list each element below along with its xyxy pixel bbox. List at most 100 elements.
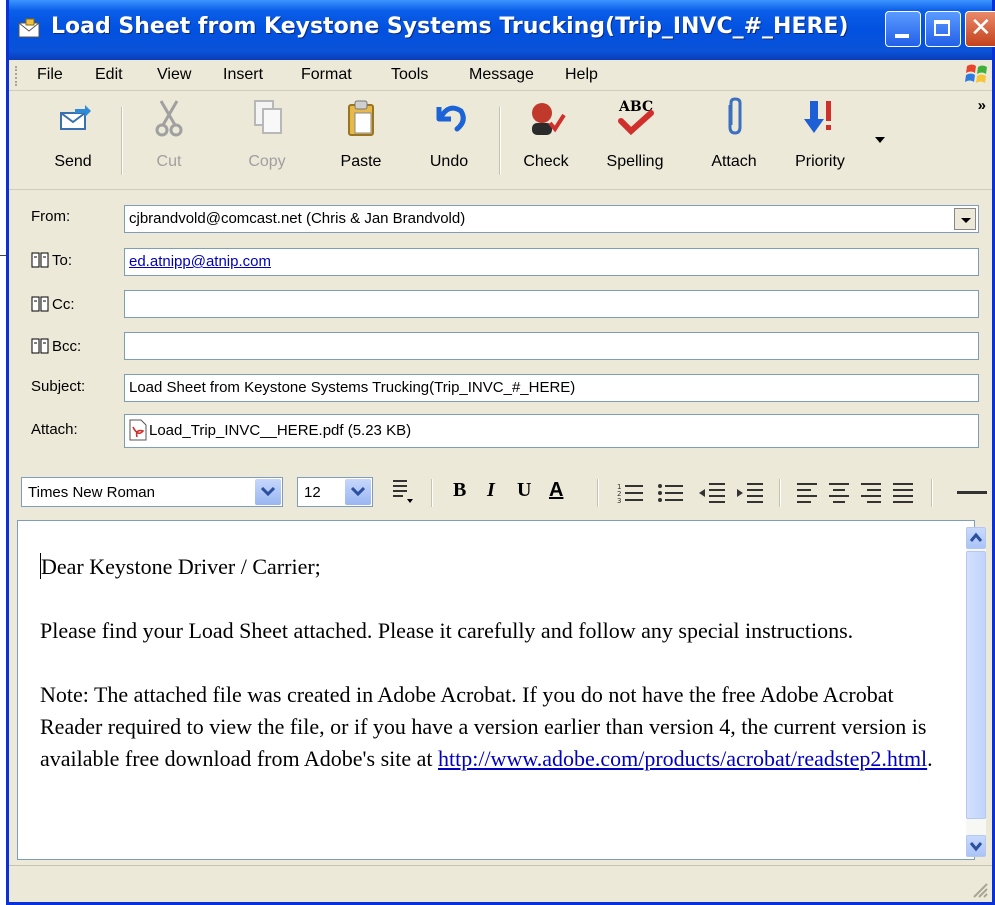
- format-separator: [779, 479, 781, 507]
- horizontal-line-icon[interactable]: [957, 491, 987, 495]
- undo-button[interactable]: Undo: [419, 97, 479, 171]
- attach-button[interactable]: Attach: [703, 97, 765, 171]
- priority-label: Priority: [795, 153, 845, 170]
- chevron-down-icon: [351, 487, 365, 497]
- menu-bar: File Edit View Insert Format Tools Messa…: [9, 60, 992, 91]
- scissors-icon: [155, 100, 183, 137]
- format-separator: [597, 479, 599, 507]
- font-family-value: Times New Roman: [28, 484, 155, 501]
- from-value: cjbrandvold@comcast.net (Chris & Jan Bra…: [129, 210, 466, 227]
- svg-text:3: 3: [617, 497, 621, 505]
- bcc-label: Bcc:: [52, 338, 82, 355]
- menu-file[interactable]: File: [37, 66, 63, 84]
- font-color-button[interactable]: A: [549, 479, 563, 502]
- subject-field[interactable]: Load Sheet from Keystone Systems Truckin…: [124, 374, 979, 402]
- numbered-list-icon[interactable]: 123: [617, 481, 647, 505]
- font-size-select[interactable]: 12: [297, 477, 373, 507]
- italic-button[interactable]: I: [487, 479, 495, 502]
- envelope-icon: [18, 18, 40, 38]
- message-paragraph-1: Please find your Load Sheet attached. Pl…: [40, 618, 854, 643]
- paragraph-style-icon[interactable]: [391, 477, 417, 505]
- to-field[interactable]: ed.atnipp@atnip.com: [124, 248, 979, 276]
- resize-grip-icon[interactable]: [970, 880, 988, 898]
- align-left-icon[interactable]: [795, 481, 821, 505]
- undo-icon: [436, 105, 466, 132]
- menu-tools[interactable]: Tools: [391, 66, 428, 84]
- paperclip-icon: [728, 97, 742, 135]
- increase-indent-icon[interactable]: [735, 481, 765, 505]
- attach-label-field: Attach:: [31, 421, 78, 438]
- cut-button[interactable]: Cut: [139, 97, 199, 171]
- toolbar-separator: [499, 107, 501, 175]
- address-book-icon: [31, 296, 49, 312]
- cc-label: Cc:: [52, 296, 75, 313]
- message-body[interactable]: Dear Keystone Driver / Carrier; Please f…: [17, 520, 975, 860]
- align-center-icon[interactable]: [827, 481, 853, 505]
- subject-label: Subject:: [31, 378, 86, 395]
- menu-format[interactable]: Format: [301, 66, 352, 84]
- copy-icon: [254, 100, 282, 134]
- bcc-button[interactable]: Bcc:: [31, 338, 81, 355]
- cc-button[interactable]: Cc:: [31, 296, 75, 313]
- bold-button[interactable]: B: [453, 479, 466, 502]
- check-names-button[interactable]: Check: [513, 97, 579, 171]
- vertical-scrollbar[interactable]: [966, 527, 986, 857]
- align-right-icon[interactable]: [859, 481, 885, 505]
- scroll-thumb[interactable]: [966, 551, 986, 819]
- decrease-indent-icon[interactable]: [697, 481, 727, 505]
- copy-button[interactable]: Copy: [237, 97, 297, 171]
- title-bar[interactable]: Load Sheet from Keystone Systems Truckin…: [9, 0, 995, 60]
- adobe-link[interactable]: http://www.adobe.com/products/acrobat/re…: [438, 746, 927, 771]
- underline-button[interactable]: U: [517, 479, 531, 502]
- cc-field[interactable]: [124, 290, 979, 318]
- spelling-button[interactable]: ABC Spelling: [595, 97, 675, 171]
- menu-grip: [15, 66, 20, 86]
- minimize-icon: [895, 34, 909, 38]
- chevron-down-icon: [969, 842, 983, 852]
- toolbar: Send Cut Copy Paste Undo Check ABC Spell…: [9, 91, 992, 190]
- formatting-toolbar: Times New Roman 12 B I U A 123: [13, 465, 992, 515]
- scroll-up-button[interactable]: [966, 527, 986, 549]
- close-button[interactable]: ✕: [965, 11, 995, 47]
- to-button[interactable]: To:: [31, 252, 72, 269]
- to-recipient[interactable]: ed.atnipp@atnip.com: [129, 253, 271, 270]
- priority-button[interactable]: Priority: [783, 97, 857, 171]
- scroll-down-button[interactable]: [966, 835, 986, 857]
- menu-help[interactable]: Help: [565, 66, 598, 84]
- format-separator: [931, 479, 933, 507]
- chevron-up-icon: [969, 532, 983, 542]
- menu-view[interactable]: View: [157, 66, 191, 84]
- minimize-button[interactable]: [885, 11, 921, 47]
- font-family-dropdown[interactable]: [255, 479, 281, 505]
- attach-field[interactable]: Load_Trip_INVC__HERE.pdf (5.23 KB): [124, 414, 979, 448]
- menu-message[interactable]: Message: [469, 66, 534, 84]
- send-icon: [60, 105, 91, 130]
- paste-icon: [348, 100, 374, 136]
- from-label: From:: [31, 208, 71, 225]
- from-dropdown-button[interactable]: [954, 208, 976, 230]
- send-button[interactable]: Send: [39, 97, 107, 171]
- from-select[interactable]: cjbrandvold@comcast.net (Chris & Jan Bra…: [124, 205, 979, 233]
- paste-label: Paste: [340, 153, 382, 170]
- window-title: Load Sheet from Keystone Systems Truckin…: [51, 14, 849, 39]
- format-separator: [431, 479, 433, 507]
- compose-window: Load Sheet from Keystone Systems Truckin…: [6, 0, 995, 905]
- priority-dropdown-icon[interactable]: [875, 137, 885, 143]
- attachment-file[interactable]: Load_Trip_INVC__HERE.pdf (5.23 KB): [149, 422, 411, 439]
- paste-button[interactable]: Paste: [329, 97, 393, 171]
- send-label: Send: [54, 153, 92, 170]
- justify-icon[interactable]: [891, 481, 917, 505]
- priority-icon: [804, 101, 831, 133]
- menu-edit[interactable]: Edit: [95, 66, 123, 84]
- bcc-field[interactable]: [124, 332, 979, 360]
- copy-label: Copy: [248, 153, 286, 170]
- toolbar-overflow-icon[interactable]: »: [978, 97, 986, 114]
- message-text: Dear Keystone Driver / Carrier; Please f…: [40, 551, 940, 775]
- close-icon: ✕: [970, 13, 992, 43]
- font-size-dropdown[interactable]: [345, 479, 371, 505]
- to-label: To:: [52, 252, 73, 269]
- maximize-button[interactable]: [925, 11, 961, 47]
- font-family-select[interactable]: Times New Roman: [21, 477, 283, 507]
- bulleted-list-icon[interactable]: [657, 481, 687, 505]
- menu-insert[interactable]: Insert: [223, 66, 263, 84]
